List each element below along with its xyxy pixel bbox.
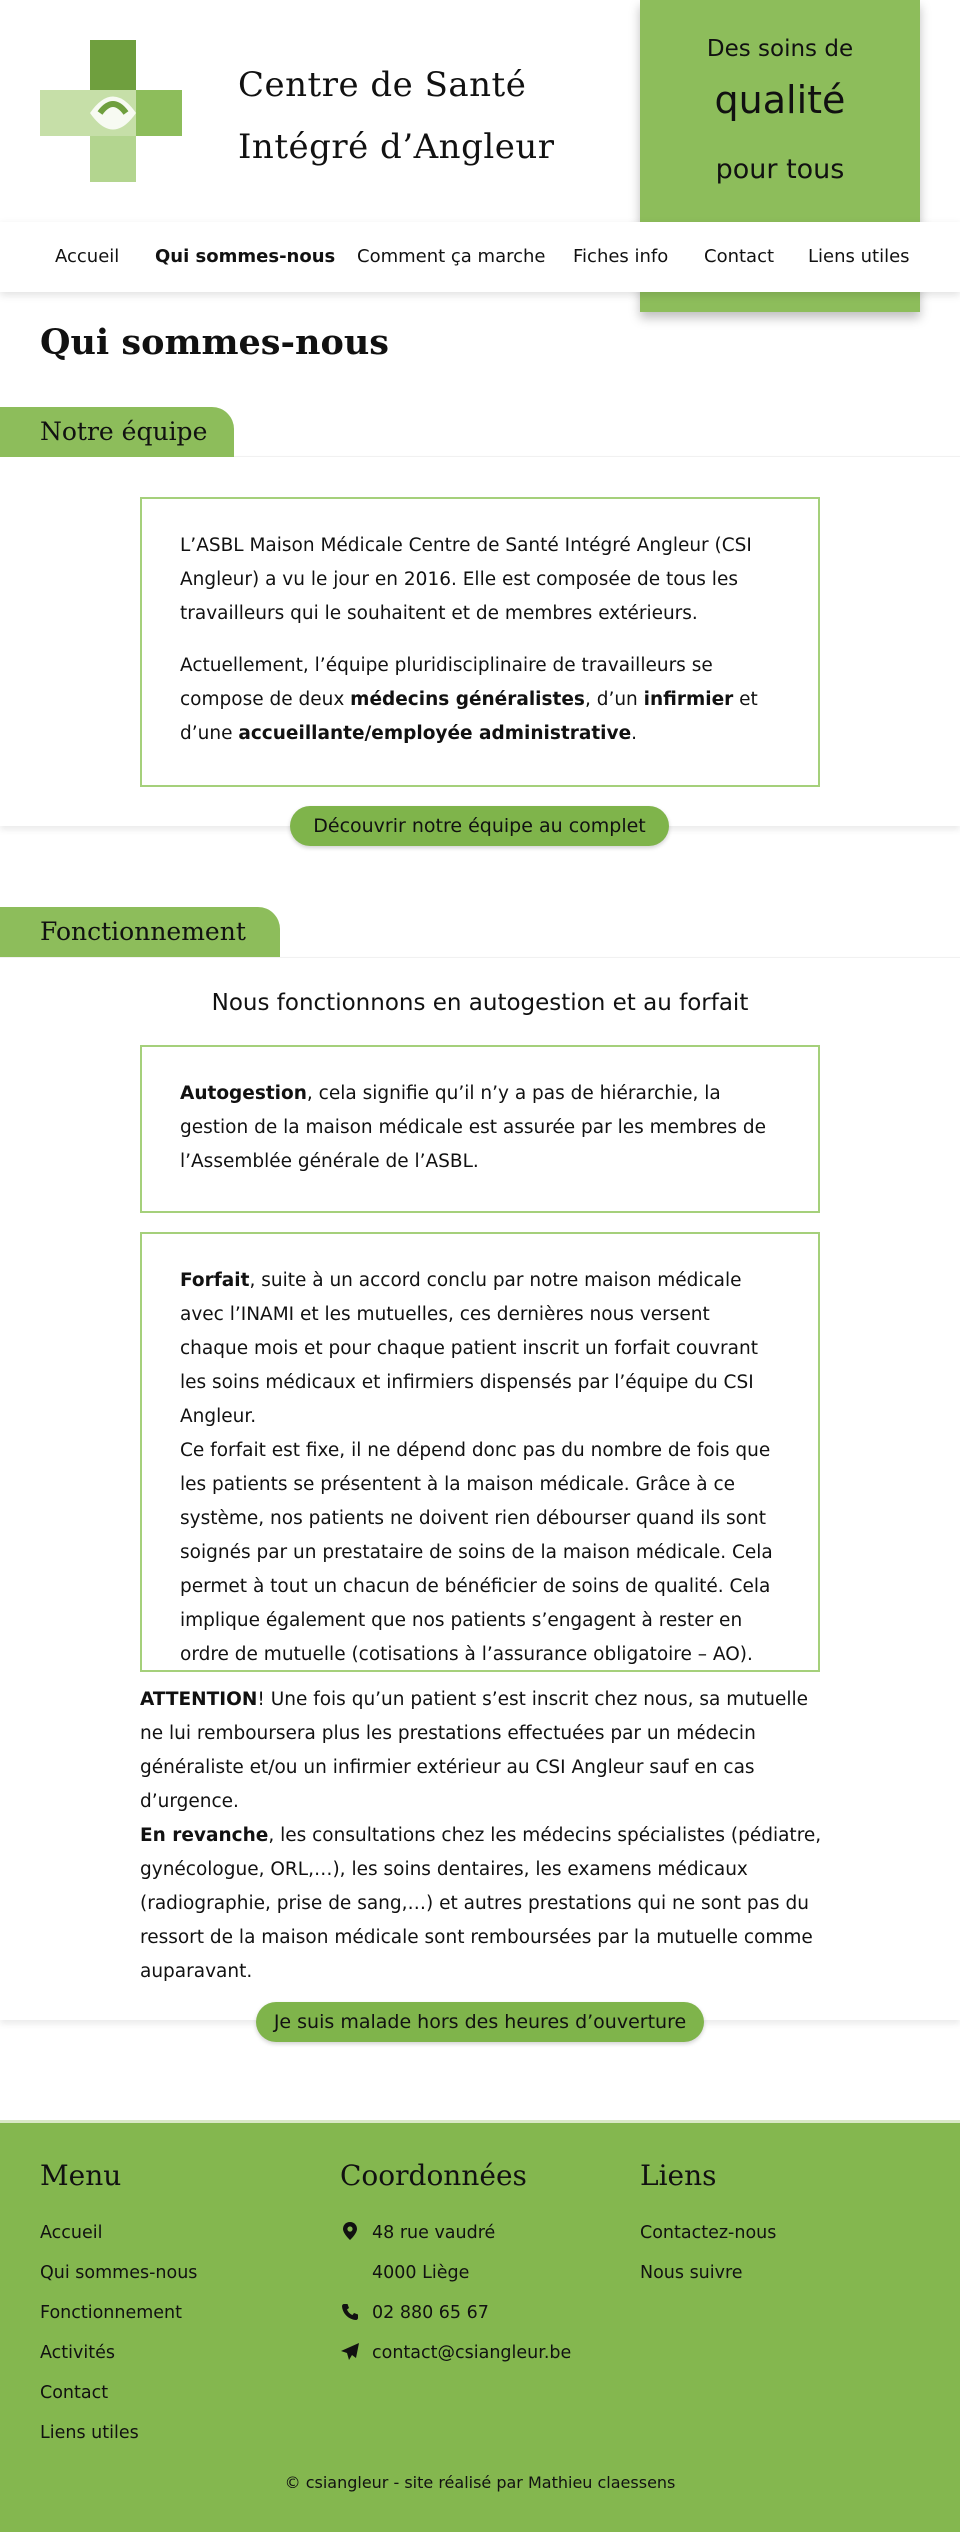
- address-line1: 48 rue vaudré: [372, 2223, 496, 2243]
- footer-link-contactez-nous[interactable]: Contactez-nous: [640, 2223, 776, 2243]
- equipe-paragraph-1: L’ASBL Maison Médicale Centre de Santé I…: [180, 535, 752, 624]
- accueillante-text: accueillante/employée administrative: [238, 723, 632, 744]
- site-title: Centre de Santé Intégré d’Angleur: [238, 54, 555, 178]
- tagline-line3: pour tous: [715, 154, 845, 185]
- address-line2: 4000 Liège: [372, 2263, 470, 2283]
- nav-item-contact[interactable]: Contact: [704, 246, 774, 267]
- tagline-line1: Des soins de: [706, 36, 854, 62]
- nav-item-qui-sommes-nous[interactable]: Qui sommes-nous: [155, 246, 335, 267]
- nav-item-comment-ca-marche[interactable]: Comment ça marche: [357, 246, 546, 267]
- footer-link-contact[interactable]: Contact: [40, 2383, 108, 2403]
- forfait-box: Forfait, suite à un accord conclu par no…: [140, 1232, 820, 1672]
- phone-icon: [342, 2304, 358, 2320]
- email-link[interactable]: contact@csiangleur.be: [372, 2343, 571, 2363]
- medecins-generalistes-text: médecins généralistes: [350, 689, 585, 710]
- site-title-line2: Intégré d’Angleur: [238, 127, 555, 167]
- fonctionnement-heading: Fonctionnement: [0, 907, 280, 957]
- malade-hors-heures-button[interactable]: Je suis malade hors des heures d’ouvertu…: [256, 2002, 704, 2042]
- phone-number[interactable]: 02 880 65 67: [372, 2303, 489, 2323]
- site-footer: Menu Accueil Qui sommes-nous Fonctionnem…: [0, 2120, 960, 2532]
- autogestion-label: Autogestion: [180, 1083, 307, 1104]
- footer-liens-title: Liens: [640, 2159, 717, 2192]
- nav-item-accueil[interactable]: Accueil: [55, 246, 119, 267]
- copyright-text: © csiangleur - site réalisé par Mathieu …: [284, 2473, 676, 2492]
- footer-coordonnees-title: Coordonnées: [340, 2159, 527, 2192]
- infirmier-text: infirmier: [643, 689, 734, 710]
- attention-paragraph: ATTENTION! Une fois qu’un patient s’est …: [140, 1689, 808, 1812]
- logo-cross-icon[interactable]: [40, 40, 182, 182]
- fonctionnement-subtitle: Nous fonctionnons en autogestion et au f…: [211, 990, 749, 1016]
- footer-link-qui-sommes-nous[interactable]: Qui sommes-nous: [40, 2263, 197, 2283]
- footer-link-nous-suivre[interactable]: Nous suivre: [640, 2263, 743, 2283]
- footer-link-accueil[interactable]: Accueil: [40, 2223, 103, 2243]
- footer-link-liens-utiles[interactable]: Liens utiles: [40, 2423, 139, 2443]
- decouvrir-equipe-button[interactable]: Découvrir notre équipe au complet: [290, 806, 669, 846]
- paper-plane-icon: [341, 2343, 359, 2360]
- footer-link-activites[interactable]: Activités: [40, 2343, 115, 2363]
- forfait-paragraph-1: Forfait, suite à un accord conclu par no…: [180, 1270, 758, 1427]
- equipe-paragraph-2: Actuellement, l’équipe pluridisciplinair…: [180, 655, 758, 744]
- nav-item-fiches-info[interactable]: Fiches info: [573, 246, 668, 267]
- autogestion-paragraph: Autogestion, cela signifie qu’il n’y a p…: [180, 1083, 767, 1172]
- equipe-box: L’ASBL Maison Médicale Centre de Santé I…: [140, 497, 820, 787]
- attention-text: ATTENTION! Une fois qu’un patient s’est …: [140, 1683, 830, 1989]
- site-title-line1: Centre de Santé: [238, 65, 527, 105]
- equipe-heading: Notre équipe: [0, 407, 234, 457]
- attention-label: ATTENTION: [140, 1689, 258, 1710]
- footer-menu-title: Menu: [40, 2159, 122, 2192]
- main-nav: Accueil Qui sommes-nous Comment ça march…: [0, 222, 960, 292]
- nav-item-liens-utiles[interactable]: Liens utiles: [808, 246, 910, 267]
- autogestion-box: Autogestion, cela signifie qu’il n’y a p…: [140, 1045, 820, 1213]
- revanche-label: En revanche: [140, 1825, 269, 1846]
- footer-link-fonctionnement[interactable]: Fonctionnement: [40, 2303, 182, 2323]
- map-pin-icon: [343, 2222, 357, 2240]
- forfait-label: Forfait: [180, 1270, 250, 1291]
- forfait-paragraph-2: Ce forfait est fixe, il ne dépend donc p…: [180, 1440, 773, 1665]
- tagline-line2: qualité: [714, 78, 846, 122]
- page-title: Qui sommes-nous: [40, 322, 389, 363]
- revanche-paragraph: En revanche, les consultations chez les …: [140, 1825, 822, 1982]
